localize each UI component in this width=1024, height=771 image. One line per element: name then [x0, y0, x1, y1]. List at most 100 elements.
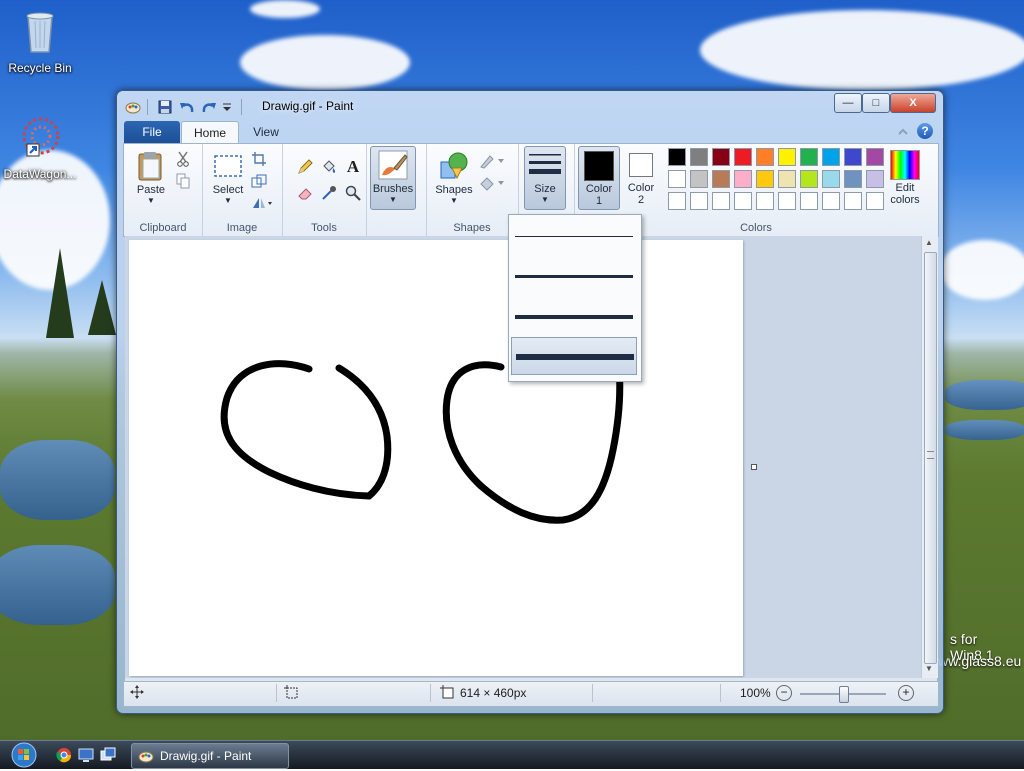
magnifier-icon[interactable]: [344, 184, 362, 202]
shapes-button[interactable]: Shapes ▼: [432, 148, 476, 205]
palette-swatch[interactable]: [668, 192, 686, 210]
palette-swatch[interactable]: [734, 192, 752, 210]
fill-bucket-icon[interactable]: [320, 158, 338, 176]
status-bar: 614 × 460px 100% − +: [123, 681, 939, 707]
chevron-down-icon: ▼: [541, 195, 549, 204]
switch-windows-icon[interactable]: [100, 747, 116, 763]
resize-icon[interactable]: [250, 172, 268, 190]
palette-swatch[interactable]: [734, 170, 752, 188]
size-button[interactable]: Size ▼: [524, 146, 566, 210]
taskbar: Drawig.gif - Paint: [0, 740, 1024, 769]
paste-button[interactable]: Paste ▼: [130, 148, 172, 205]
zoom-out-button[interactable]: −: [776, 685, 792, 701]
fill-icon[interactable]: [478, 174, 506, 192]
palette-swatch[interactable]: [712, 170, 730, 188]
size-option-3[interactable]: [511, 297, 637, 335]
crop-icon[interactable]: [250, 150, 268, 168]
eraser-icon[interactable]: [296, 184, 314, 202]
palette-swatch[interactable]: [690, 170, 708, 188]
tab-view[interactable]: View: [241, 121, 291, 144]
chevron-down-icon: ▼: [450, 196, 458, 205]
desktop-icon-datawagon[interactable]: DataWagon...: [2, 114, 78, 181]
chevron-down-icon: ▼: [224, 196, 232, 205]
palette-swatch[interactable]: [756, 148, 774, 166]
outline-icon[interactable]: [478, 152, 506, 170]
desktop-icon[interactable]: [78, 747, 94, 763]
ribbon-tabs: File Home View ?: [123, 121, 937, 145]
palette-swatch[interactable]: [844, 192, 862, 210]
palette-swatch[interactable]: [690, 192, 708, 210]
select-button[interactable]: Select ▼: [206, 148, 250, 205]
chrome-icon[interactable]: [56, 747, 72, 763]
color-picker-icon[interactable]: [320, 184, 338, 202]
palette-swatch[interactable]: [800, 192, 818, 210]
scroll-up-arrow-icon[interactable]: ▲: [925, 238, 933, 247]
cloud: [940, 240, 1024, 300]
palette-swatch[interactable]: [734, 148, 752, 166]
palette-swatch[interactable]: [822, 192, 840, 210]
size-option-2[interactable]: [511, 257, 637, 295]
size-option-4-selected[interactable]: [511, 337, 637, 375]
brushes-button[interactable]: Brushes ▼: [370, 146, 416, 210]
palette-swatch[interactable]: [756, 192, 774, 210]
group-image: Select ▼ Image: [202, 144, 283, 236]
color1-button[interactable]: Color 1: [578, 146, 620, 210]
paste-icon: [135, 150, 167, 182]
scroll-thumb[interactable]: [924, 252, 937, 664]
text-tool-icon[interactable]: A: [344, 157, 362, 176]
drawing-canvas[interactable]: [129, 240, 743, 676]
zoom-slider-thumb[interactable]: [839, 686, 849, 703]
paint-app-icon[interactable]: [125, 99, 141, 115]
redo-icon[interactable]: [201, 99, 217, 115]
zoom-slider[interactable]: [800, 686, 886, 703]
size-dropdown-menu: [508, 214, 642, 382]
canvas-resize-handle[interactable]: [751, 464, 757, 470]
palette-swatch[interactable]: [800, 170, 818, 188]
paint-app-icon: [138, 748, 154, 767]
help-icon[interactable]: ?: [917, 123, 933, 139]
palette-swatch[interactable]: [712, 148, 730, 166]
palette-swatch[interactable]: [800, 148, 818, 166]
taskbar-item-paint[interactable]: Drawig.gif - Paint: [131, 743, 289, 769]
palette-swatch[interactable]: [712, 192, 730, 210]
color2-button[interactable]: Color 2: [622, 146, 660, 208]
edit-colors-button[interactable]: Edit colors: [882, 148, 928, 206]
title-bar[interactable]: Drawig.gif - Paint — □ X: [117, 91, 943, 121]
close-button[interactable]: X: [890, 93, 936, 113]
zoom-in-button[interactable]: +: [898, 685, 914, 701]
tree: [46, 248, 74, 338]
pencil-icon[interactable]: [296, 158, 314, 176]
palette-swatch[interactable]: [844, 170, 862, 188]
tab-home[interactable]: Home: [181, 121, 239, 145]
cut-icon[interactable]: [174, 150, 192, 168]
palette-swatch[interactable]: [690, 148, 708, 166]
undo-icon[interactable]: [179, 99, 195, 115]
desktop-icon-recycle-bin[interactable]: Recycle Bin: [2, 8, 78, 75]
rotate-icon[interactable]: [250, 194, 274, 212]
palette-swatch[interactable]: [668, 148, 686, 166]
save-icon[interactable]: [157, 99, 173, 115]
palette-swatch[interactable]: [778, 192, 796, 210]
color1-label: Color: [585, 183, 613, 195]
palette-swatch[interactable]: [756, 170, 774, 188]
palette-swatch[interactable]: [778, 170, 796, 188]
palette-swatch[interactable]: [822, 170, 840, 188]
color2-label: Color: [627, 182, 655, 194]
size-option-1[interactable]: [511, 217, 637, 255]
minimize-button[interactable]: —: [834, 93, 862, 113]
palette-swatch[interactable]: [668, 170, 686, 188]
minimize-ribbon-icon[interactable]: [897, 126, 909, 138]
copy-icon[interactable]: [174, 172, 192, 190]
watermark-text: ww.glass8.eu: [938, 653, 1022, 669]
scroll-down-arrow-icon[interactable]: ▼: [925, 664, 933, 673]
select-label: Select: [212, 184, 244, 196]
palette-swatch[interactable]: [822, 148, 840, 166]
customize-dropdown-icon[interactable]: [221, 99, 233, 115]
start-button[interactable]: [8, 742, 44, 768]
vertical-scrollbar[interactable]: ▲ ▼: [921, 236, 938, 678]
tree: [88, 280, 116, 335]
palette-swatch[interactable]: [778, 148, 796, 166]
maximize-button[interactable]: □: [862, 93, 890, 113]
tab-file[interactable]: File: [124, 121, 180, 144]
palette-swatch[interactable]: [844, 148, 862, 166]
